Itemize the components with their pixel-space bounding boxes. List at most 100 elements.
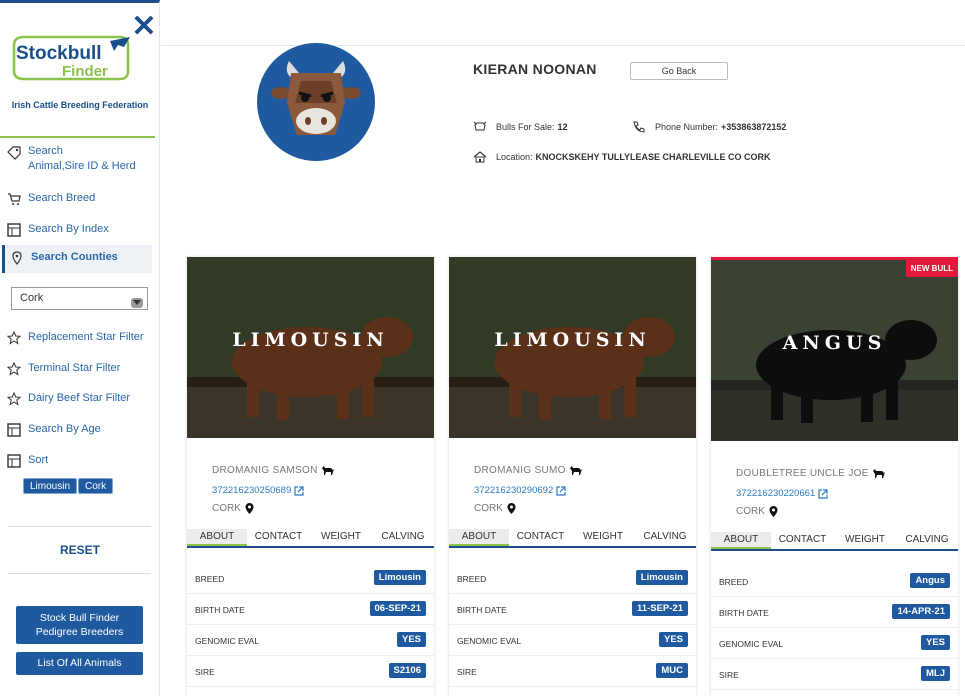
stockbull-finder-logo[interactable]: Stockbull Finder	[10, 35, 135, 87]
tag-icon	[7, 146, 21, 160]
tag-number-link[interactable]: 372216230290692	[474, 485, 566, 496]
logo-text-stockbull: Stockbull	[16, 43, 102, 64]
tab-contact[interactable]: CONTACT	[509, 529, 572, 546]
divider	[8, 573, 151, 574]
go-back-button[interactable]: Go Back	[630, 62, 728, 80]
divider	[0, 136, 155, 138]
sidebar-item-label: Search By Index	[28, 223, 109, 235]
avatar	[257, 43, 375, 161]
bulls-for-sale: Bulls For Sale: 12	[473, 121, 568, 133]
bull-photo[interactable]: LIMOUSIN	[187, 257, 434, 438]
birth-date-value: 06-SEP-21	[369, 601, 426, 616]
card-tabs: ABOUT CONTACT WEIGHT CALVING	[711, 532, 958, 551]
tab-calving[interactable]: CALVING	[634, 529, 696, 546]
bull-card[interactable]: ANGUS NEW BULL DOUBLETREE UNCLE JOE 3722…	[711, 257, 958, 696]
row-label-breed: BREED	[195, 574, 225, 584]
table-row: GENOMIC EVAL YES	[187, 625, 434, 656]
sidebar-item-label: Replacement Star Filter	[28, 331, 144, 343]
location-label: Location:	[496, 152, 533, 162]
row-label-breed: BREED	[719, 577, 749, 587]
star-icon	[6, 331, 22, 345]
phone-label: Phone Number:	[655, 122, 719, 132]
table-row: SIRE MUC	[449, 656, 696, 687]
app-root: ✕ Stockbull Finder Irish Cattle Breeding…	[0, 0, 965, 696]
table-icon	[7, 423, 21, 437]
tab-weight[interactable]: WEIGHT	[310, 529, 372, 546]
phone-icon	[633, 121, 645, 133]
star-icon	[6, 392, 22, 406]
external-link-icon	[294, 485, 304, 496]
chevron-down-icon	[131, 298, 143, 308]
location-value: KNOCKSKEHY TULLYLEASE CHARLEVILLE CO COR…	[535, 152, 771, 162]
row-label-genomic-eval: GENOMIC EVAL	[457, 636, 522, 646]
bull-name-wrap: DROMANIG SAMSON	[212, 465, 334, 476]
location: Location: KNOCKSKEHY TULLYLEASE CHARLEVI…	[473, 151, 771, 163]
bull-county: CORK	[736, 506, 765, 517]
table-row: BREED Limousin	[449, 563, 696, 594]
external-link-icon	[818, 488, 828, 499]
tab-calving[interactable]: CALVING	[896, 532, 958, 549]
bull-photo[interactable]: ANGUS	[711, 260, 958, 441]
tab-about[interactable]: ABOUT	[187, 529, 247, 546]
pedigree-button-line1: Stock Bull Finder	[39, 612, 120, 624]
bull-icon	[473, 121, 487, 131]
bull-photo[interactable]: LIMOUSIN	[449, 257, 696, 438]
table-row: GENOMIC EVAL YES	[449, 625, 696, 656]
tab-weight[interactable]: WEIGHT	[834, 532, 896, 549]
tag-number: 372216230290692	[474, 485, 554, 496]
bulls-label: Bulls For Sale:	[496, 122, 555, 132]
home-icon	[473, 151, 487, 163]
sidebar-item-search-breed[interactable]: Search Breed	[6, 192, 156, 206]
map-pin-icon	[507, 503, 516, 514]
tag-number-link[interactable]: 372216230220661	[736, 488, 828, 499]
row-label-genomic-eval: GENOMIC EVAL	[719, 639, 784, 649]
county-select[interactable]: Cork	[11, 287, 148, 310]
tag-number: 372216230250689	[212, 485, 292, 496]
table-icon	[7, 454, 21, 468]
sire-value: MLJ	[921, 666, 950, 681]
table-row: SIRE S2106	[187, 656, 434, 687]
tab-contact[interactable]: CONTACT	[247, 529, 310, 546]
tab-about[interactable]: ABOUT	[449, 529, 509, 546]
sidebar-item-terminal-star[interactable]: Terminal Star Filter	[6, 362, 156, 376]
row-label-birth-date: BIRTH DATE	[195, 605, 245, 615]
logo-text-finder: Finder	[62, 63, 108, 80]
sidebar-item-sort[interactable]: Sort	[6, 454, 156, 468]
sidebar-item-search-age[interactable]: Search By Age	[6, 423, 156, 437]
breed-title: LIMOUSIN	[232, 329, 389, 351]
sidebar-item-replacement-star[interactable]: Replacement Star Filter	[6, 331, 156, 345]
table-row: BREED Angus	[711, 566, 958, 597]
bull-county: CORK	[474, 503, 503, 514]
breed-value: Limousin	[635, 570, 688, 585]
reset-button[interactable]: RESET	[0, 543, 160, 557]
cart-icon	[8, 193, 21, 205]
sire-value: MUC	[656, 663, 688, 678]
row-label-birth-date: BIRTH DATE	[719, 608, 769, 618]
row-label-breed: BREED	[457, 574, 487, 584]
tag-number-link[interactable]: 372216230250689	[212, 485, 304, 496]
filter-tag-breed[interactable]: Limousin	[23, 478, 78, 494]
sidebar-item-search-index[interactable]: Search By Index	[6, 223, 156, 237]
card-tabs: ABOUT CONTACT WEIGHT CALVING	[187, 529, 434, 548]
bull-silhouette-icon	[321, 466, 334, 475]
bull-card[interactable]: LIMOUSIN DROMANIG SAMSON 372216230250689…	[187, 257, 434, 696]
sidebar-item-search-counties[interactable]: Search Counties	[2, 245, 152, 273]
tab-contact[interactable]: CONTACT	[771, 532, 834, 549]
sidebar-item-dairy-beef-star[interactable]: Dairy Beef Star Filter	[6, 392, 156, 406]
list-all-animals-button[interactable]: List Of All Animals	[16, 652, 143, 675]
filter-tag-county[interactable]: Cork	[78, 478, 114, 494]
top-bar	[161, 0, 965, 46]
tab-weight[interactable]: WEIGHT	[572, 529, 634, 546]
breed-title: LIMOUSIN	[494, 329, 651, 351]
bull-county: CORK	[212, 503, 241, 514]
birth-date-value: 11-SEP-21	[632, 601, 688, 616]
bull-card[interactable]: LIMOUSIN DROMANIG SUMO 372216230290692 C…	[449, 257, 696, 696]
county-wrap: CORK	[736, 506, 778, 517]
bulls-value: 12	[557, 122, 568, 132]
tab-about[interactable]: ABOUT	[711, 532, 771, 549]
sidebar-item-search-animal[interactable]: Search Animal,Sire ID & Herd	[6, 145, 156, 174]
pedigree-breeders-button[interactable]: Stock Bull Finder Pedigree Breeders	[16, 606, 143, 644]
genomic-eval-value: YES	[658, 632, 688, 647]
tab-calving[interactable]: CALVING	[372, 529, 434, 546]
bull-silhouette-icon	[569, 466, 582, 475]
